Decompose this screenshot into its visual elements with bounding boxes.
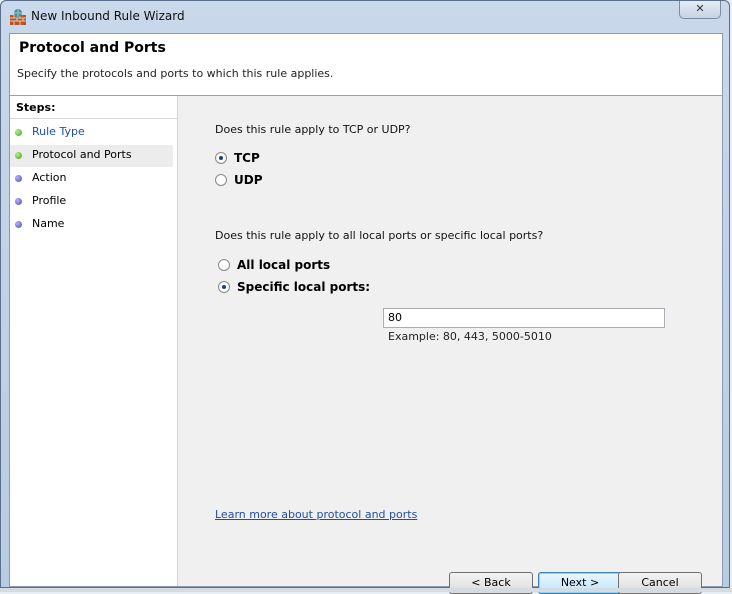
step-label: Name: [32, 217, 65, 230]
step-name: Name: [10, 214, 173, 236]
wizard-header: Protocol and Ports Specify the protocols…: [10, 34, 722, 96]
step-completed-icon: [15, 129, 22, 136]
step-pending-icon: [15, 198, 22, 205]
background-window-strip: [0, 588, 732, 592]
all-local-ports-label[interactable]: All local ports: [237, 258, 330, 272]
step-label: Profile: [32, 194, 67, 207]
step-pending-icon: [15, 221, 22, 228]
udp-radio[interactable]: [215, 174, 227, 186]
specific-local-ports-label[interactable]: Specific local ports:: [237, 280, 370, 294]
udp-label[interactable]: UDP: [234, 173, 263, 187]
ports-example-hint: Example: 80, 443, 5000-5010: [388, 330, 552, 343]
close-button[interactable]: ✕: [679, 1, 721, 19]
ports-question: Does this rule apply to all local ports …: [215, 229, 544, 242]
wizard-client-area: Protocol and Ports Specify the protocols…: [9, 33, 723, 594]
step-profile: Profile: [10, 191, 173, 213]
page-title: Protocol and Ports: [19, 40, 166, 56]
step-label[interactable]: Rule Type: [32, 125, 85, 138]
step-rule-type[interactable]: Rule Type: [10, 122, 173, 144]
firewall-icon: [10, 9, 26, 25]
window-title: New Inbound Rule Wizard: [31, 9, 185, 23]
close-icon: ✕: [695, 2, 705, 15]
step-current-icon: [15, 152, 22, 159]
specific-ports-input[interactable]: 80: [383, 308, 665, 328]
tcp-radio[interactable]: [215, 152, 227, 164]
step-pending-icon: [15, 175, 22, 182]
learn-more-link[interactable]: Learn more about protocol and ports: [215, 508, 417, 521]
wizard-content: Does this rule apply to TCP or UDP? TCP …: [178, 96, 722, 594]
specific-local-ports-radio[interactable]: [218, 281, 230, 293]
all-local-ports-radio[interactable]: [218, 259, 230, 271]
step-protocol-and-ports: Protocol and Ports: [10, 145, 173, 167]
steps-heading: Steps:: [10, 99, 177, 119]
steps-pane: Steps: Rule Type Protocol and Ports Acti…: [10, 96, 178, 586]
page-subtitle: Specify the protocols and ports to which…: [17, 67, 334, 80]
step-label: Protocol and Ports: [32, 148, 132, 161]
tcp-label[interactable]: TCP: [234, 151, 260, 165]
title-bar: New Inbound Rule Wizard ✕: [1, 1, 729, 33]
protocol-question: Does this rule apply to TCP or UDP?: [215, 123, 411, 136]
step-label: Action: [32, 171, 67, 184]
step-action: Action: [10, 168, 173, 190]
wizard-window: New Inbound Rule Wizard ✕ Protocol and P…: [0, 0, 730, 594]
